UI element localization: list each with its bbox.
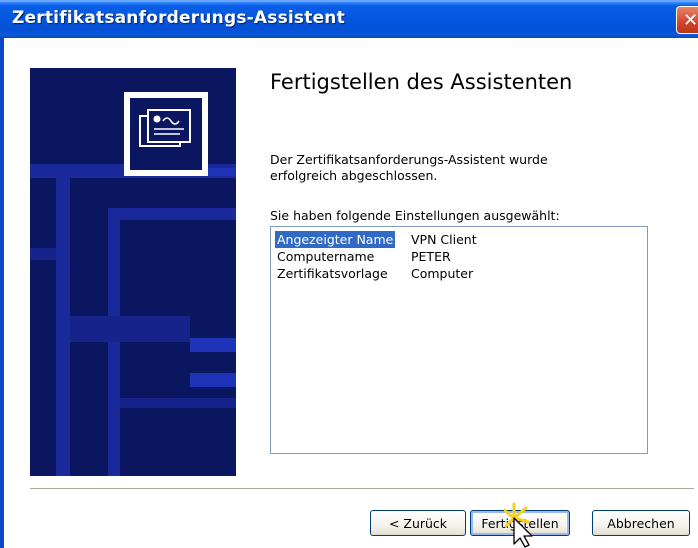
certificate-icon (124, 92, 208, 176)
button-separator (30, 488, 694, 490)
page-title: Fertigstellen des Assistenten (270, 70, 573, 94)
setting-value: PETER (411, 249, 451, 264)
wizard-page: Fertigstellen des Assistenten Der Zertif… (4, 38, 698, 548)
setting-key: Zertifikatsvorlage (277, 266, 388, 281)
cancel-button[interactable]: Abbrechen (592, 510, 690, 536)
setting-value: Computer (411, 266, 474, 281)
title-bar[interactable]: Zertifikatsanforderungs-Assistent ✕ (0, 0, 698, 38)
completion-description: Der Zertifikatsanforderungs-Assistent wu… (270, 152, 548, 183)
setting-key: Computername (277, 249, 375, 264)
close-icon: ✕ (683, 9, 698, 31)
mouse-pointer-icon (504, 502, 533, 548)
banner-graphic (30, 68, 236, 476)
close-button[interactable]: ✕ (676, 6, 698, 34)
setting-value: VPN Client (411, 232, 477, 247)
window-title: Zertifikatsanforderungs-Assistent (12, 8, 345, 28)
settings-list[interactable]: Angezeigter Name VPN Client Computername… (270, 226, 648, 454)
back-button[interactable]: < Zurück (370, 510, 466, 536)
setting-key: Angezeigter Name (275, 231, 396, 248)
wizard-side-banner (30, 68, 236, 476)
settings-label: Sie haben folgende Einstellungen ausgewä… (270, 208, 560, 223)
